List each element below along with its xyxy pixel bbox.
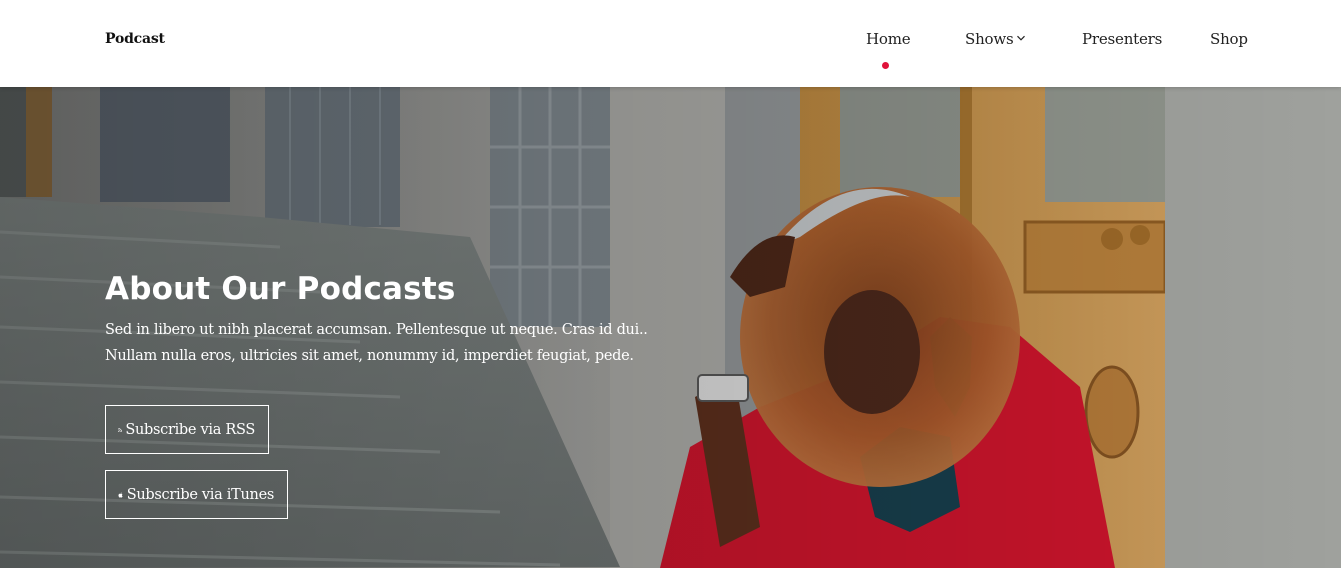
subscribe-rss-label: Subscribe via RSS — [125, 421, 255, 438]
subscribe-itunes-button[interactable]: Subscribe via iTunes — [105, 470, 288, 519]
nav-item-home[interactable]: Home — [866, 30, 911, 48]
nav-item-shows-label: Shows — [965, 30, 1014, 48]
chevron-down-icon — [1016, 35, 1025, 41]
active-nav-indicator — [882, 62, 889, 69]
subscribe-itunes-label: Subscribe via iTunes — [126, 486, 275, 503]
nav-item-shows[interactable]: Shows — [965, 30, 1026, 48]
hero-section: About Our Podcasts Sed in libero ut nibh… — [0, 87, 1341, 568]
nav-item-presenters[interactable]: Presenters — [1082, 30, 1162, 48]
nav-item-shop[interactable]: Shop — [1210, 30, 1248, 48]
rss-icon — [118, 427, 123, 432]
hero-description: Sed in libero ut nibh placerat accumsan.… — [105, 322, 648, 364]
navbar: Podcast Home Shows Presenters Shop — [0, 0, 1341, 87]
main-nav: Home Shows Presenters Shop — [0, 30, 1341, 70]
apple-icon — [118, 492, 123, 498]
subscribe-rss-button[interactable]: Subscribe via RSS — [105, 405, 269, 454]
hero-title: About Our Podcasts — [105, 271, 456, 307]
